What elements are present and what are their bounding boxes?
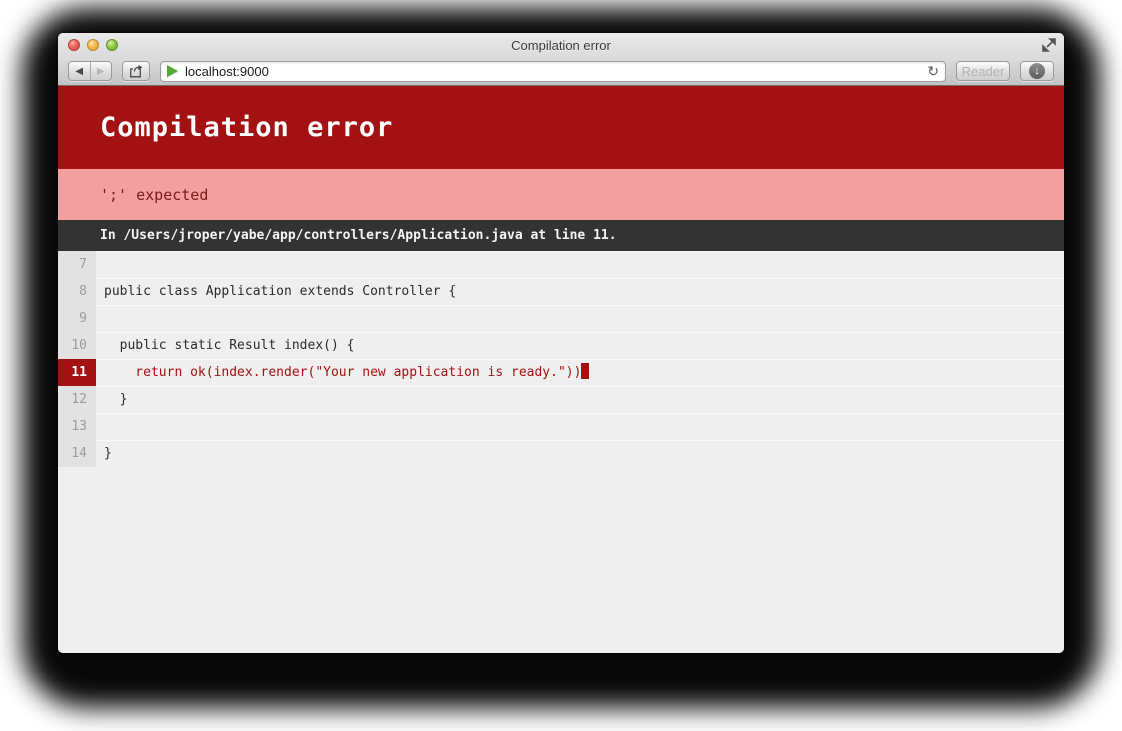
error-cursor bbox=[581, 363, 589, 379]
downloads-button[interactable]: ↓ bbox=[1020, 61, 1054, 81]
error-detail-banner: ';' expected bbox=[58, 169, 1064, 220]
line-number: 14 bbox=[58, 440, 96, 467]
line-number: 8 bbox=[58, 278, 96, 305]
share-icon bbox=[129, 65, 143, 78]
play-favicon-icon bbox=[167, 65, 178, 77]
minimize-button[interactable] bbox=[87, 39, 99, 51]
browser-window: Compilation error ◀ ▶ bbox=[58, 33, 1064, 653]
code-line: 8 public class Application extends Contr… bbox=[58, 278, 1064, 305]
line-source bbox=[96, 251, 1064, 278]
line-source: } bbox=[96, 440, 1064, 467]
line-number: 13 bbox=[58, 413, 96, 440]
address-text[interactable]: localhost:9000 bbox=[185, 64, 920, 79]
error-location-bar: In /Users/jroper/yabe/app/controllers/Ap… bbox=[58, 220, 1064, 251]
page-body-empty bbox=[58, 467, 1064, 653]
close-button[interactable] bbox=[68, 39, 80, 51]
code-line: 10 public static Result index() { bbox=[58, 332, 1064, 359]
window-title: Compilation error bbox=[58, 38, 1064, 53]
line-number: 9 bbox=[58, 305, 96, 332]
screenshot-background: Compilation error ◀ ▶ bbox=[0, 0, 1122, 731]
code-line: 12 } bbox=[58, 386, 1064, 413]
error-heading: Compilation error bbox=[58, 112, 393, 143]
line-source bbox=[96, 305, 1064, 332]
forward-button[interactable]: ▶ bbox=[91, 62, 112, 80]
fullscreen-icon[interactable] bbox=[1042, 38, 1056, 52]
error-banner: Compilation error bbox=[58, 86, 1064, 169]
error-message: ';' expected bbox=[58, 186, 208, 204]
share-button[interactable] bbox=[122, 61, 150, 81]
address-bar[interactable]: localhost:9000 ↻ bbox=[160, 61, 946, 82]
line-source: return ok(index.render("Your new applica… bbox=[96, 359, 1064, 386]
code-listing: 7 8 public class Application extends Con… bbox=[58, 251, 1064, 467]
download-icon: ↓ bbox=[1029, 63, 1045, 79]
reader-button[interactable]: Reader bbox=[956, 61, 1010, 81]
code-line: 13 bbox=[58, 413, 1064, 440]
reload-icon[interactable]: ↻ bbox=[927, 64, 939, 78]
back-button[interactable]: ◀ bbox=[69, 62, 91, 80]
line-source: public class Application extends Control… bbox=[96, 278, 1064, 305]
code-line: 7 bbox=[58, 251, 1064, 278]
window-titlebar[interactable]: Compilation error bbox=[58, 33, 1064, 57]
line-number: 7 bbox=[58, 251, 96, 278]
line-source bbox=[96, 413, 1064, 440]
line-source: public static Result index() { bbox=[96, 332, 1064, 359]
line-number: 10 bbox=[58, 332, 96, 359]
code-line: 9 bbox=[58, 305, 1064, 332]
error-location: In /Users/jroper/yabe/app/controllers/Ap… bbox=[58, 228, 617, 243]
line-source: } bbox=[96, 386, 1064, 413]
browser-toolbar: ◀ ▶ localhost:9000 ↻ bbox=[58, 57, 1064, 85]
code-line: 14 } bbox=[58, 440, 1064, 467]
code-line: 11 return ok(index.render("Your new appl… bbox=[58, 359, 1064, 386]
line-number: 11 bbox=[58, 359, 96, 386]
zoom-button[interactable] bbox=[106, 39, 118, 51]
line-number: 12 bbox=[58, 386, 96, 413]
nav-buttons: ◀ ▶ bbox=[68, 61, 112, 81]
traffic-lights bbox=[68, 33, 118, 57]
browser-chrome: Compilation error ◀ ▶ bbox=[58, 33, 1064, 86]
